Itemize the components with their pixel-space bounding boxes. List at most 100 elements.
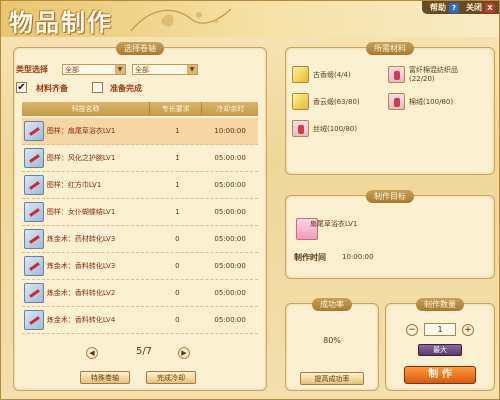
- recipe-name: 炼金术：香料转化LV3: [46, 262, 116, 270]
- target-title: 制作目标: [366, 190, 414, 203]
- floral-ornament-icon: [130, 8, 232, 32]
- bottle-icon: [388, 93, 405, 110]
- minus-icon[interactable]: −: [406, 324, 418, 336]
- table-row[interactable]: 图样：红方巾LV1 1 05:00:00: [22, 172, 258, 199]
- help-label[interactable]: 帮助: [430, 2, 446, 13]
- recipe-skill: 1: [175, 154, 180, 162]
- recipe-cooldown: 05:00:00: [214, 316, 246, 324]
- scroll-icon: [24, 202, 44, 222]
- recipe-list: 图样：扇尾草浴衣LV1 1 10:00:00 图样：风化之护腕LV1 1 05:…: [22, 118, 258, 334]
- column-header-cooldown[interactable]: 冷却余时: [202, 102, 258, 116]
- table-row[interactable]: 炼金术：香料转化LV4 0 05:00:00: [22, 307, 258, 334]
- scroll-icon: [24, 229, 44, 249]
- materials-ready-label: 材料齐备: [36, 84, 68, 93]
- prep-done-label: 准备完成: [110, 84, 142, 93]
- recipe-cooldown: 05:00:00: [214, 208, 246, 216]
- quantity-panel: 制作数量 − 1 + 最大 制 作: [385, 298, 495, 391]
- type-select-1-value: 全部: [65, 66, 79, 74]
- close-icon[interactable]: X: [485, 2, 495, 13]
- column-header-name[interactable]: 科技名称: [22, 102, 150, 116]
- quantity-title: 制作数量: [416, 298, 464, 311]
- success-rate-title: 成功率: [312, 298, 352, 311]
- recipe-name: 炼金术：药材转化LV3: [46, 235, 116, 243]
- finish-cooldown-button[interactable]: 完成冷却: [146, 371, 196, 384]
- material-label: 丝绒(100/80): [313, 124, 358, 133]
- top-right-controls: 帮助 ? 关闭 X: [422, 1, 499, 14]
- table-row[interactable]: 图样：风化之护腕LV1 1 05:00:00: [22, 145, 258, 172]
- plus-icon[interactable]: +: [462, 324, 474, 336]
- scroll-icon: [24, 175, 44, 195]
- recipe-cooldown: 05:00:00: [214, 154, 246, 162]
- column-header-skill[interactable]: 专长要求: [150, 102, 203, 116]
- page-indicator: 5/7: [135, 346, 153, 357]
- table-row[interactable]: 炼金术：香料转化LV2 0 05:00:00: [22, 280, 258, 307]
- table-row[interactable]: 炼金术：药材转化LV3 0 05:00:00: [22, 226, 258, 253]
- prep-done-checkbox[interactable]: [92, 82, 103, 93]
- table-row[interactable]: 图样：女仆蝴蝶结LV1 1 05:00:00: [22, 199, 258, 226]
- recipe-cooldown: 05:00:00: [214, 235, 246, 243]
- material-item[interactable]: 棉绒(100/80): [388, 93, 453, 110]
- material-item[interactable]: 香云缎(63/80): [292, 93, 360, 110]
- type-select-label: 类型选择: [16, 65, 48, 74]
- recipe-skill: 1: [175, 127, 180, 135]
- recipe-skill: 0: [175, 235, 180, 243]
- recipe-cooldown: 05:00:00: [214, 181, 246, 189]
- scroll-icon: [24, 283, 44, 303]
- required-materials-panel: 所需材料 古香缎(4/4) 富纤棉混纺织品 (22/20) 香云缎(63/80)…: [285, 42, 495, 175]
- improve-success-button[interactable]: 提高成功率: [300, 372, 364, 385]
- scroll-icon: [24, 310, 44, 330]
- scroll-icon: [24, 256, 44, 276]
- material-item[interactable]: 丝绒(100/80): [292, 120, 357, 137]
- recipe-name: 炼金术：香料转化LV4: [46, 316, 116, 324]
- chevron-down-icon: ▼: [187, 65, 197, 74]
- recipe-skill: 0: [175, 262, 180, 270]
- scroll-icon: [24, 121, 44, 141]
- material-label: 富纤棉混纺织品 (22/20): [409, 66, 458, 83]
- select-scroll-panel: 选择卷轴 类型选择 全部 ▼ 全部 ▼ ✔ 材料齐备 准备完成 科技名称 专长要…: [13, 42, 267, 391]
- help-icon[interactable]: ?: [449, 2, 459, 13]
- chevron-down-icon: ▼: [115, 65, 125, 74]
- gold-cloth-icon: [292, 93, 309, 110]
- material-item[interactable]: 古香缎(4/4): [292, 66, 351, 83]
- recipe-name: 炼金术：香料转化LV2: [46, 289, 116, 297]
- material-label: 香云缎(63/80): [313, 97, 360, 106]
- window-title: 物品制作: [9, 8, 113, 37]
- type-select-2-value: 全部: [135, 66, 149, 74]
- recipe-name: 图样：扇尾草浴衣LV1: [46, 127, 116, 135]
- quantity-input[interactable]: 1: [424, 323, 456, 336]
- material-label: 棉绒(100/80): [409, 97, 454, 106]
- recipe-cooldown: 05:00:00: [214, 289, 246, 297]
- recipe-skill: 1: [175, 208, 180, 216]
- gold-cloth-icon: [292, 66, 309, 83]
- type-select-dropdown-2[interactable]: 全部 ▼: [132, 64, 198, 75]
- recipe-skill: 1: [175, 181, 180, 189]
- recipe-cooldown: 10:00:00: [214, 127, 246, 135]
- bottle-icon: [388, 66, 405, 83]
- special-scroll-button[interactable]: 特殊卷轴: [80, 371, 130, 384]
- bottle-icon: [292, 120, 309, 137]
- craft-target-panel: 制作目标 扇尾草浴衣LV1 制作时间 10:00:00: [285, 190, 495, 279]
- make-button[interactable]: 制 作: [404, 366, 476, 384]
- prev-page-icon[interactable]: ◀: [86, 347, 98, 359]
- craft-time-label: 制作时间: [294, 253, 326, 262]
- type-select-dropdown-1[interactable]: 全部 ▼: [62, 64, 126, 75]
- close-label[interactable]: 关闭: [466, 2, 482, 13]
- table-row[interactable]: 图样：扇尾草浴衣LV1 1 10:00:00: [22, 118, 258, 145]
- recipe-skill: 0: [175, 316, 180, 324]
- table-row[interactable]: 炼金术：香料转化LV3 0 05:00:00: [22, 253, 258, 280]
- pagination: ◀ 5/7 ▶: [14, 346, 266, 360]
- recipe-name: 图样：风化之护腕LV1: [46, 154, 116, 162]
- material-label: 古香缎(4/4): [313, 70, 351, 79]
- materials-ready-checkbox[interactable]: ✔: [16, 82, 27, 93]
- target-item-name: 扇尾草浴衣LV1: [310, 220, 358, 228]
- crafting-window: 物品制作 帮助 ? 关闭 X 选择卷轴 类型选择 全部 ▼ 全部 ▼ ✔ 材料齐…: [0, 0, 500, 400]
- recipe-cooldown: 05:00:00: [214, 262, 246, 270]
- success-rate-value: 80%: [323, 336, 341, 345]
- craft-time-value: 10:00:00: [342, 253, 374, 261]
- recipe-skill: 0: [175, 289, 180, 297]
- max-quantity-button[interactable]: 最大: [418, 344, 462, 356]
- material-item[interactable]: 富纤棉混纺织品 (22/20): [388, 66, 458, 84]
- recipe-name: 图样：红方巾LV1: [46, 181, 102, 189]
- recipe-table-header: 科技名称 专长要求 冷却余时: [22, 102, 258, 116]
- next-page-icon[interactable]: ▶: [178, 347, 190, 359]
